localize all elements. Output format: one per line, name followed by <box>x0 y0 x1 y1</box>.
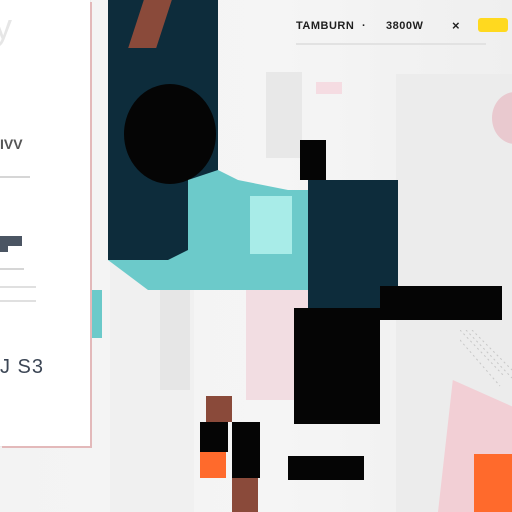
artwork: y IVV J S3 TAMBURN · 3800W × <box>0 0 512 512</box>
card-icon <box>0 236 22 252</box>
brown-block <box>206 396 232 422</box>
orange-block-small <box>200 452 226 478</box>
card-line <box>0 268 24 270</box>
pale-vertical-bar <box>160 290 190 390</box>
teal-left-sliver <box>90 290 102 338</box>
black-vertical-bar <box>294 308 380 424</box>
close-icon[interactable]: × <box>452 18 460 33</box>
card-line <box>0 300 36 302</box>
card-line <box>0 176 30 178</box>
black-block-lower <box>200 422 228 452</box>
pale-vertical-bar <box>266 72 302 158</box>
orange-block-large <box>474 454 512 512</box>
dot-separator: · <box>362 20 367 32</box>
info-card: y IVV J S3 <box>0 0 90 446</box>
black-block-lower <box>288 456 364 480</box>
black-block-lower <box>232 422 260 478</box>
topbar-value: 3800W <box>386 20 424 32</box>
status-badge <box>478 18 508 32</box>
brown-block <box>232 478 258 512</box>
pink-rect <box>316 82 342 94</box>
card-line <box>0 286 36 288</box>
card-value: J S3 <box>0 356 45 378</box>
light-teal-rect <box>250 196 292 254</box>
black-horizontal-bar <box>380 286 502 320</box>
top-bar: TAMBURN · 3800W × <box>286 10 512 45</box>
topbar-label: TAMBURN <box>296 20 355 32</box>
card-mark: IVV <box>0 136 23 152</box>
card-title: y <box>0 6 12 47</box>
topbar-divider <box>296 43 486 45</box>
dotted-diagonal-lines <box>460 330 512 387</box>
